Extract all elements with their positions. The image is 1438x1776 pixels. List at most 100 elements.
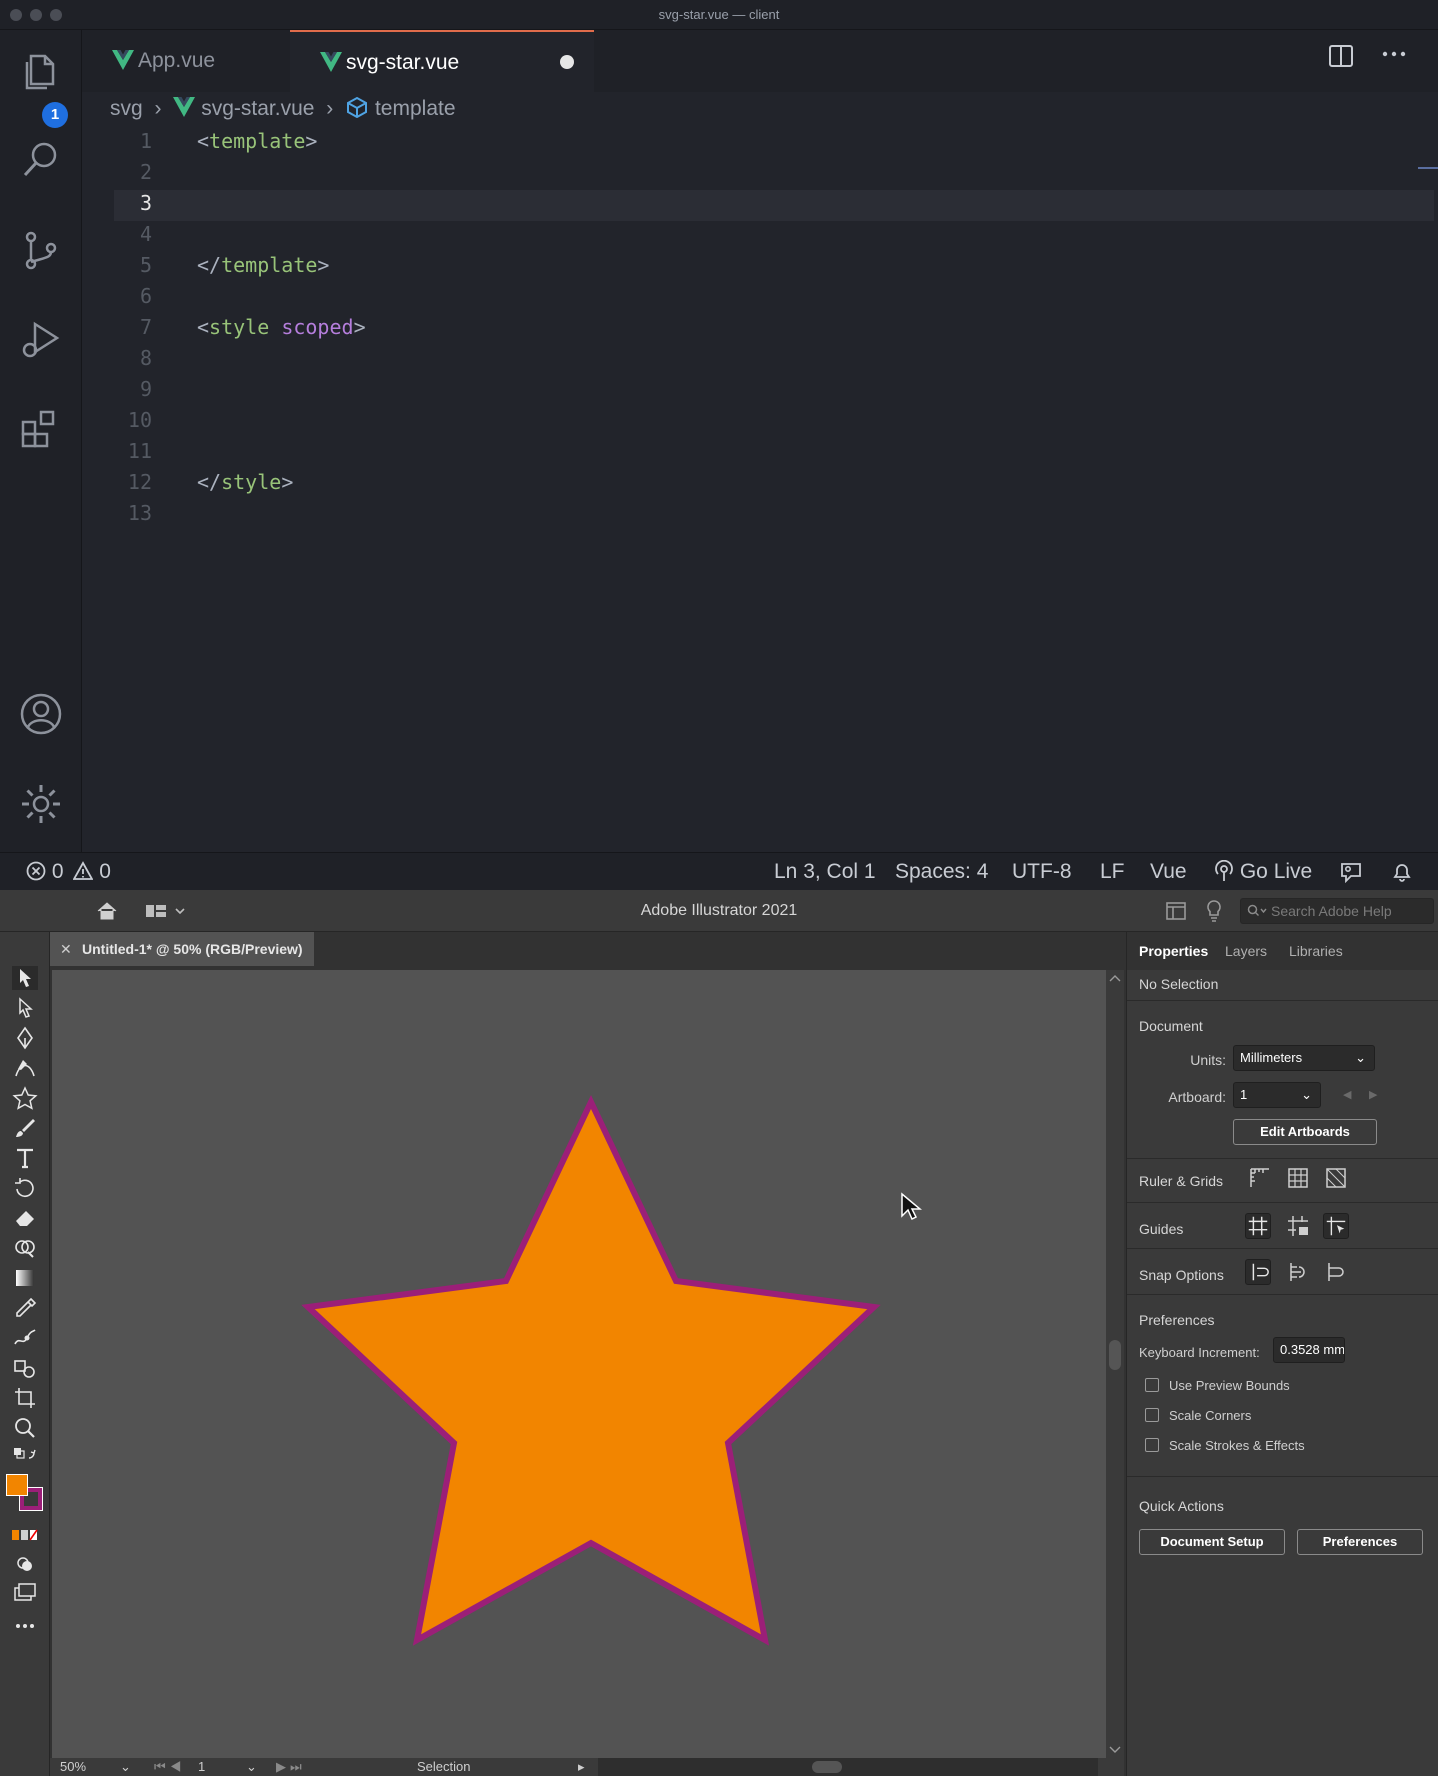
star-tool-icon[interactable] [12,1086,38,1110]
go-live-button[interactable]: Go Live [1214,853,1312,891]
selection-tool-icon[interactable] [12,966,38,990]
chevron-down-icon[interactable]: ⌄ [246,1758,257,1776]
code-line[interactable]: 9 [82,374,1438,405]
manage-gear-icon[interactable] [19,782,63,826]
help-search-input[interactable]: Search Adobe Help [1240,898,1434,924]
code-editor[interactable]: 1 <template> 2 3 4 5 </template> 6 7 <style scope… [82,126,1438,852]
color-gradient-none-icon[interactable] [12,1524,38,1548]
prev-artboard-icon[interactable]: ◀ [1343,1088,1351,1101]
problems-indicator[interactable]: 0 0 [26,853,111,891]
lightbulb-icon[interactable] [1206,900,1222,922]
code-line[interactable]: 2 [82,157,1438,188]
split-editor-icon[interactable] [1328,44,1354,68]
accounts-icon[interactable] [19,692,63,736]
breadcrumb-folder[interactable]: svg [110,97,143,120]
snap-to-pixel-icon[interactable] [1285,1259,1311,1285]
document-tab[interactable]: ✕ Untitled-1* @ 50% (RGB/Preview) [50,932,314,966]
edit-artboards-button[interactable]: Edit Artboards [1233,1119,1377,1145]
tab-app-vue[interactable]: App.vue [82,30,290,92]
transparency-grid-icon[interactable] [1323,1165,1349,1191]
unsaved-dot-icon[interactable] [560,55,574,69]
search-icon[interactable] [19,138,63,182]
minimize-window-button[interactable] [30,9,42,21]
curvature-tool-icon[interactable] [12,1056,38,1080]
grid-icon[interactable] [1285,1165,1311,1191]
screen-mode-icon[interactable] [12,1580,38,1604]
chevron-down-icon[interactable]: ⌄ [120,1758,131,1776]
source-control-icon[interactable] [19,228,63,272]
pen-tool-icon[interactable] [12,1026,38,1050]
scroll-up-icon[interactable] [1109,974,1121,982]
code-line[interactable]: 12 </style> [82,467,1438,498]
breadcrumb-symbol[interactable]: template [375,97,456,120]
vertical-scrollbar[interactable] [1106,970,1124,1760]
close-document-icon[interactable]: ✕ [60,932,72,966]
use-preview-bounds-checkbox[interactable] [1145,1378,1159,1392]
show-guides-icon[interactable] [1245,1213,1271,1239]
encoding[interactable]: UTF-8 [1012,853,1072,891]
drawing-modes-icon[interactable] [12,1552,38,1576]
tab-layers[interactable]: Layers [1225,932,1267,970]
code-line[interactable]: 7 <style scoped> [82,312,1438,343]
code-line[interactable]: 3 [82,188,1438,219]
smart-guides-icon[interactable] [1323,1213,1349,1239]
end-of-line[interactable]: LF [1100,853,1125,891]
explorer-icon[interactable] [19,48,63,92]
notifications-bell-icon[interactable] [1391,861,1413,883]
tab-svg-star-vue[interactable]: svg-star.vue [290,30,594,92]
code-line[interactable]: 1 <template> [82,126,1438,157]
puppet-warp-tool-icon[interactable] [12,1326,38,1350]
horizontal-scrollbar[interactable] [598,1758,1098,1776]
vertical-scroll-thumb[interactable] [1109,1340,1121,1370]
snap-to-glyph-icon[interactable] [1323,1259,1349,1285]
code-line[interactable]: 8 [82,343,1438,374]
tab-libraries[interactable]: Libraries [1289,932,1343,970]
scale-corners-checkbox[interactable] [1145,1408,1159,1422]
artboard-select[interactable]: 1 ⌄ [1233,1082,1321,1108]
breadcrumb-file[interactable]: svg-star.vue [201,97,314,120]
horizontal-scroll-thumb[interactable] [812,1761,842,1773]
language-mode[interactable]: Vue [1150,853,1187,891]
artboard-tool-icon[interactable] [12,1386,38,1410]
shape-builder-tool-icon[interactable] [12,1236,38,1260]
ruler-icon[interactable] [1247,1165,1273,1191]
code-line[interactable]: 11 [82,436,1438,467]
indentation[interactable]: Spaces: 4 [895,853,988,891]
tab-properties[interactable]: Properties [1139,932,1208,970]
code-line[interactable]: 5 </template> [82,250,1438,281]
cursor-position[interactable]: Ln 3, Col 1 [774,853,876,891]
snap-to-point-icon[interactable] [1245,1259,1271,1285]
type-tool-icon[interactable] [12,1146,38,1170]
scroll-down-icon[interactable] [1109,1746,1121,1754]
zoom-tool-icon[interactable] [12,1416,38,1440]
code-line[interactable]: 13 [82,498,1438,529]
eyedropper-tool-icon[interactable] [12,1296,38,1320]
arrange-documents-icon[interactable] [1166,902,1186,920]
document-setup-button[interactable]: Document Setup [1139,1529,1285,1555]
preferences-button[interactable]: Preferences [1297,1529,1423,1555]
eraser-tool-icon[interactable] [12,1206,38,1230]
minimap-slider[interactable] [1418,167,1438,169]
feedback-icon[interactable] [1339,861,1363,883]
units-select[interactable]: Millimeters ⌄ [1233,1045,1375,1071]
code-line[interactable]: 4 [82,219,1438,250]
run-debug-icon[interactable] [19,318,63,362]
code-line[interactable]: 6 [82,281,1438,312]
rotate-tool-icon[interactable] [12,1176,38,1200]
code-line[interactable]: 10 [82,405,1438,436]
symbol-sprayer-tool-icon[interactable] [12,1356,38,1380]
gradient-tool-icon[interactable] [12,1266,38,1290]
star-artwork[interactable] [52,970,1106,1760]
current-tool-status[interactable]: Selection [417,1758,470,1776]
star-shape[interactable] [301,1095,881,1646]
extensions-icon[interactable] [19,408,63,452]
status-menu-icon[interactable]: ▸ [578,1758,585,1776]
paintbrush-tool-icon[interactable] [12,1116,38,1140]
zoom-window-button[interactable] [50,9,62,21]
fill-swatch[interactable] [6,1474,28,1496]
next-artboard-icon[interactable]: ▶ [1369,1088,1377,1101]
more-actions-icon[interactable] [1382,50,1406,58]
zoom-level[interactable]: 50% [60,1758,86,1776]
scale-strokes-effects-checkbox[interactable] [1145,1438,1159,1452]
artboard-prev-icons[interactable]: ⏮◀ [154,1758,185,1776]
